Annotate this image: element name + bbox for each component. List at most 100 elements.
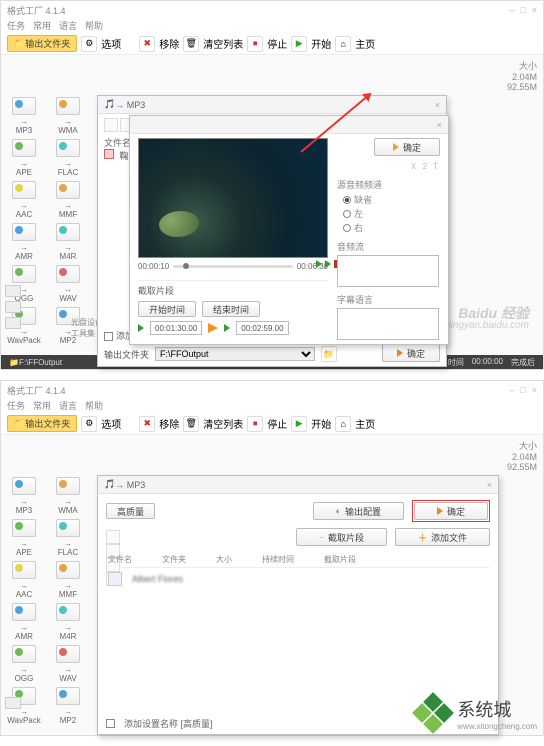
start-button[interactable]: ▶ (291, 416, 307, 432)
format-flac[interactable]: → FLAC (51, 519, 85, 557)
dialog-ok-button[interactable]: 确定 (414, 502, 488, 520)
format-mp3[interactable]: → MP3 (7, 97, 41, 135)
row-filename: Albert Flores (132, 574, 183, 584)
menu-common[interactable]: 常用 (33, 19, 51, 33)
hint-text: X 2 T (336, 162, 440, 171)
cat-2[interactable] (5, 301, 21, 313)
video-preview[interactable] (138, 138, 328, 258)
end-time-button[interactable]: 结束时间 (202, 301, 260, 317)
opt-left[interactable]: 左 (343, 207, 439, 220)
format-mmf[interactable]: → MMF (51, 561, 85, 599)
menu-help[interactable]: 帮助 (85, 399, 103, 413)
mini-btn-1[interactable] (106, 530, 120, 544)
start-marker-icon[interactable] (138, 324, 144, 332)
seek-bar[interactable] (173, 265, 293, 268)
clip-section: 截取片段 开始时间 结束时间 00:01:30.00 00:02:59.00 (138, 280, 328, 335)
format-wma[interactable]: → WMA (51, 97, 85, 135)
add-file-button[interactable]: ＋ 添加文件 (395, 528, 490, 546)
clip-ok-button[interactable]: 确定 (374, 138, 440, 156)
start-time-button[interactable]: 开始时间 (138, 301, 196, 317)
mp3-dialog-title: 🎵 → MP3× (98, 476, 498, 494)
minimize-icon[interactable]: – (509, 385, 514, 395)
cat-1[interactable] (5, 697, 21, 709)
menu-task[interactable]: 任务 (7, 19, 25, 33)
close-icon[interactable]: × (532, 5, 537, 15)
close-icon[interactable]: × (532, 385, 537, 395)
close-icon[interactable]: × (435, 100, 440, 110)
menu-lang[interactable]: 语言 (59, 399, 77, 413)
format-ogg[interactable]: → OGG (7, 645, 41, 683)
clear-button[interactable]: 🗑 (183, 36, 199, 52)
format-aac[interactable]: → AAC (7, 181, 41, 219)
format-wav[interactable]: → WAV (51, 265, 85, 303)
format-amr[interactable]: → AMR (7, 223, 41, 261)
menubar: 任务 常用 语言 帮助 (1, 19, 543, 33)
clip-button[interactable]: ⎯ 截取片段 (296, 528, 387, 546)
format-flac[interactable]: → FLAC (51, 139, 85, 177)
dialog-ok-button[interactable]: 确定 (382, 344, 440, 362)
quality-button[interactable]: 高质量 (106, 503, 155, 519)
options-button[interactable]: ⚙ (81, 416, 97, 432)
format-wav[interactable]: → WAV (51, 645, 85, 683)
home-button[interactable]: ⌂ (335, 36, 351, 52)
format-ape[interactable]: → APE (7, 139, 41, 177)
sub-lang-box[interactable] (337, 308, 439, 340)
format-mp2[interactable]: → MP2 (51, 687, 85, 725)
maximize-icon[interactable]: □ (520, 5, 525, 15)
opt-right[interactable]: 右 (343, 221, 439, 234)
opt-default[interactable]: 缺省 (343, 193, 439, 206)
menu-common[interactable]: 常用 (33, 399, 51, 413)
file-list-row[interactable]: Albert Flores (106, 568, 490, 590)
fwd-icon[interactable] (325, 260, 331, 268)
maximize-icon[interactable]: □ (520, 385, 525, 395)
stop-button[interactable]: ⏹ (247, 416, 263, 432)
cat-3[interactable] (5, 317, 21, 329)
output-folder-button[interactable]: 📁 输出文件夹 (7, 415, 77, 432)
format-wma[interactable]: → WMA (51, 477, 85, 515)
format-m4r[interactable]: → M4R (51, 603, 85, 641)
size-column: 大小 2.04M 92.55M (489, 439, 537, 472)
options-button[interactable]: ⚙ (81, 36, 97, 52)
menu-help[interactable]: 帮助 (85, 19, 103, 33)
format-mmf[interactable]: → MMF (51, 181, 85, 219)
mini-btn-1[interactable] (104, 118, 118, 132)
stop-label: 停止 (267, 36, 287, 51)
menu-lang[interactable]: 语言 (59, 19, 77, 33)
logo-text: 系统城 (457, 700, 511, 720)
cat-1[interactable] (5, 285, 21, 297)
start-time-field[interactable]: 00:01:30.00 (150, 321, 202, 335)
format-aac[interactable]: → AAC (7, 561, 41, 599)
stop-button[interactable]: ⏹ (247, 36, 263, 52)
time-scrubber[interactable]: 00:00:10 00:06:30 (138, 262, 328, 271)
clip-preview-dialog: × 00:00:10 00:06:30 截取片段 开始时间 (129, 115, 449, 345)
minimize-icon[interactable]: – (509, 5, 514, 15)
start-button[interactable]: ▶ (291, 36, 307, 52)
output-select[interactable]: F:\FFOutput (155, 347, 315, 361)
output-folder-button[interactable]: 📁 输出文件夹 (7, 35, 77, 52)
end-time-field[interactable]: 00:02:59.00 (236, 321, 288, 335)
format-mp3[interactable]: → MP3 (7, 477, 41, 515)
format-m4r[interactable]: → M4R (51, 223, 85, 261)
logo-icon (415, 695, 451, 731)
close-icon[interactable]: × (487, 480, 492, 490)
output-config-button[interactable]: ◐ 输出配置 (313, 502, 404, 520)
main-area: 大小 2.04M 92.55M → MP3 → WMA → APE → FLAC… (1, 55, 543, 355)
play-icon[interactable] (316, 260, 322, 268)
file-list-header: 文件名 文件夹 大小 持续时间 截取片段 (106, 552, 490, 568)
size-column: 大小 2.04M 92.55M (489, 59, 537, 92)
browse-button[interactable]: 📁 (321, 346, 337, 362)
format-ape[interactable]: → APE (7, 519, 41, 557)
format-amr[interactable]: → AMR (7, 603, 41, 641)
menu-task[interactable]: 任务 (7, 399, 25, 413)
baidu-watermark: Baidu 经验 jingyan.baidu.com (448, 306, 529, 331)
remove-button[interactable]: ✖ (139, 36, 155, 52)
remove-button[interactable]: ✖ (139, 416, 155, 432)
close-icon[interactable]: × (437, 120, 442, 130)
elapsed-time: 00:00:00 (472, 357, 503, 368)
window-titlebar: 格式工厂 4.1.4 – □ × (1, 1, 543, 19)
audio-stream-box[interactable] (337, 255, 439, 287)
clear-button[interactable]: 🗑 (183, 416, 199, 432)
home-button[interactable]: ⌂ (335, 416, 351, 432)
addmeta-checkbox[interactable]: 添加设置名称 [高质量] (106, 717, 213, 730)
end-marker-icon[interactable] (224, 324, 230, 332)
